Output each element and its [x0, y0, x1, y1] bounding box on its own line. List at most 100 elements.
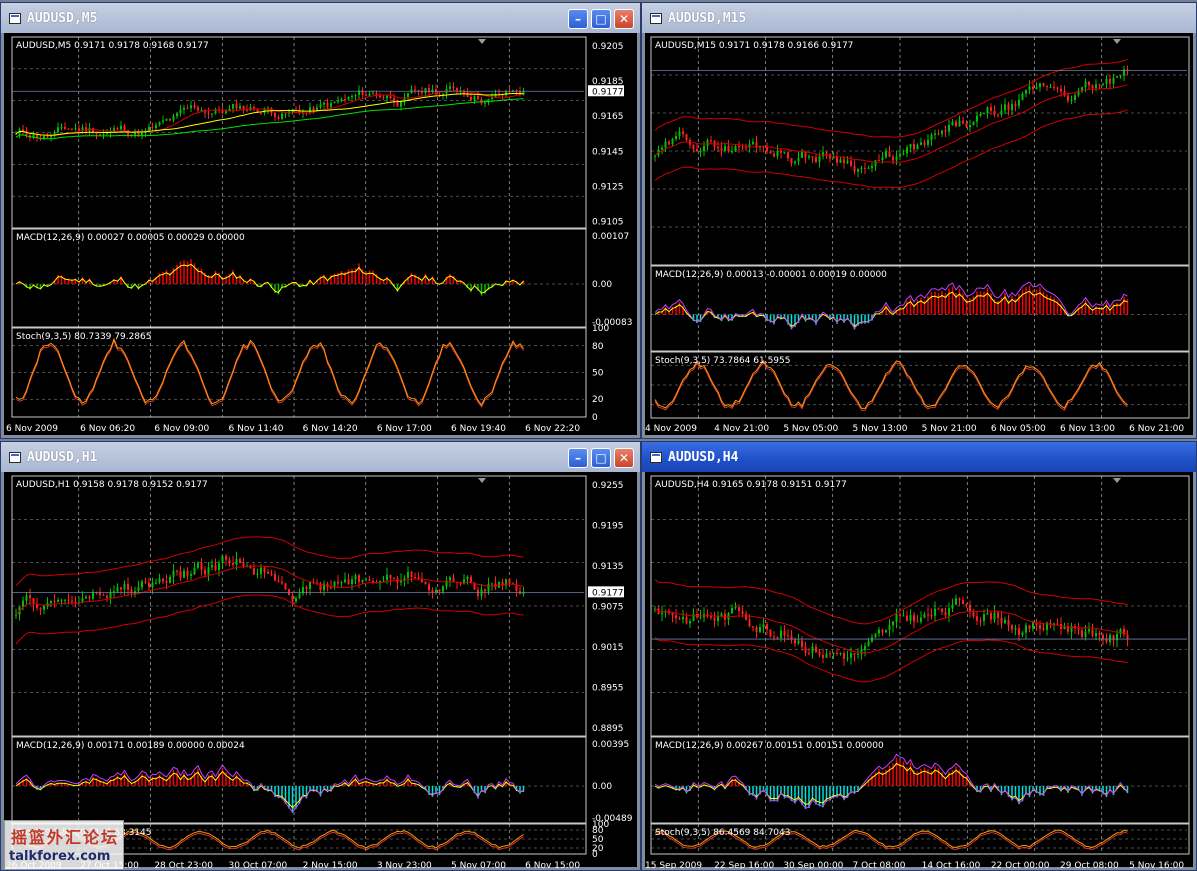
price-candle-body: [277, 580, 280, 582]
price-candle-body: [902, 615, 905, 617]
chart-window-m15[interactable]: AUDUSD,M15 AUDUSD,M15 0.9171 0.9178 0.91…: [641, 2, 1197, 439]
price-candle-body: [843, 159, 845, 164]
window-titlebar[interactable]: AUDUSD,H1 – □ ✕: [1, 442, 640, 472]
chart-area[interactable]: AUDUSD,H4 0.9165 0.9178 0.9151 0.9177 MAC…: [645, 472, 1193, 869]
price-candle-body: [291, 595, 294, 602]
price-candle-body: [979, 620, 982, 622]
price-candle-body: [309, 107, 311, 113]
close-button[interactable]: ✕: [614, 448, 634, 468]
close-button[interactable]: ✕: [614, 9, 634, 29]
minimize-button[interactable]: –: [568, 9, 588, 29]
price-candle-body: [976, 115, 978, 122]
price-candle-body: [860, 167, 863, 169]
price-candle-body: [790, 158, 793, 164]
price-candle-body: [780, 150, 782, 153]
window-titlebar[interactable]: AUDUSD,M5 – □ ✕: [1, 3, 640, 33]
price-candle-body: [1098, 84, 1101, 86]
price-candle-body: [151, 126, 154, 129]
chart-area[interactable]: AUDUSD,M5 0.9171 0.9178 0.9168 0.9177 MAC…: [4, 33, 637, 435]
chart-area[interactable]: AUDUSD,M15 0.9171 0.9178 0.9166 0.9177 MA…: [645, 33, 1193, 435]
price-candle-body: [176, 113, 178, 117]
price-candle-body: [1077, 628, 1080, 631]
price-candle-body: [1109, 635, 1111, 642]
price-candle-body: [1119, 75, 1122, 77]
price-axis-tick: 0.9135: [592, 562, 624, 572]
chart-window-h1[interactable]: AUDUSD,H1 – □ ✕ AUDUSD,H1 0.9158 0.9178 …: [0, 441, 641, 871]
price-candle-body: [88, 596, 91, 599]
price-candle-body: [442, 586, 444, 592]
price-candle-body: [794, 639, 796, 644]
chart-window-h4[interactable]: AUDUSD,H4 AUDUSD,H4 0.9165 0.9178 0.9151…: [641, 441, 1197, 871]
price-candle-body: [983, 112, 985, 114]
macd-signal-line: [15, 263, 524, 294]
price-axis-tick: 0.9145: [592, 147, 624, 157]
price-candle-body: [351, 95, 353, 98]
price-candle-body: [909, 614, 912, 621]
price-candle-body: [962, 120, 964, 124]
price-candle-body: [242, 106, 245, 110]
pane-border: [11, 228, 587, 328]
price-candle-body: [57, 127, 59, 133]
price-candle-body: [15, 133, 17, 135]
window-titlebar[interactable]: AUDUSD,M15: [642, 3, 1196, 33]
price-candle-body: [239, 106, 241, 109]
price-candle-body: [333, 101, 336, 104]
time-axis-label: 30 Sep 00:00: [783, 861, 843, 869]
price-candle-body: [53, 600, 56, 603]
price-candle-body: [25, 595, 28, 601]
price-candle-body: [909, 144, 912, 148]
stoch-signal-line: [15, 339, 524, 408]
price-candle-body: [1074, 95, 1076, 100]
price-candle-body: [1000, 618, 1003, 624]
price-candle-body: [986, 107, 989, 113]
price-candle-body: [127, 583, 129, 590]
price-candle-body: [1004, 104, 1006, 111]
price-candle-body: [661, 147, 663, 150]
price-candle-body: [186, 108, 189, 110]
price-candle-body: [745, 147, 747, 149]
maximize-button[interactable]: □: [591, 9, 611, 29]
stoch-main-line: [15, 337, 524, 406]
chart-window-m5[interactable]: AUDUSD,M5 – □ ✕ AUDUSD,M5 0.9171 0.9178 …: [0, 2, 641, 439]
chart-shift-marker: [478, 39, 486, 44]
price-candle-body: [955, 598, 957, 605]
price-candle-body: [449, 577, 451, 581]
current-price-label: 0.9177: [592, 87, 624, 97]
price-candle-body: [780, 630, 782, 638]
window-titlebar[interactable]: AUDUSD,H4: [642, 442, 1196, 472]
chart-window-icon: [650, 12, 662, 24]
time-axis-label: 2 Nov 15:00: [303, 861, 358, 869]
price-candle-body: [1046, 85, 1048, 88]
maximize-button[interactable]: □: [591, 448, 611, 468]
price-candle-body: [731, 151, 733, 153]
price-candle-body: [477, 96, 479, 100]
price-candle-body: [951, 121, 954, 126]
price-candle-body: [997, 114, 999, 116]
price-candle-body: [808, 156, 810, 158]
price-candle-body: [274, 574, 276, 581]
price-candle-body: [878, 629, 880, 634]
price-candle-body: [1014, 104, 1017, 106]
price-candle-body: [281, 581, 283, 584]
price-candle-body: [1053, 623, 1055, 625]
price-candle-body: [801, 640, 803, 648]
forum-watermark: 摇篮外汇论坛 talkforex.com: [4, 820, 124, 870]
price-candle-body: [769, 151, 772, 154]
time-axis-label: 22 Sep 16:00: [714, 861, 774, 869]
price-candle-body: [1105, 78, 1108, 84]
price-candle-body: [955, 121, 957, 127]
price-candle-body: [1014, 628, 1017, 630]
price-candle-body: [85, 596, 87, 599]
price-candle-body: [410, 571, 413, 577]
price-candle-body: [755, 627, 758, 632]
price-candle-body: [990, 107, 992, 111]
price-candle-body: [158, 121, 161, 126]
time-axis-label: 6 Nov 14:20: [303, 424, 358, 434]
stoch-axis-tick: 50: [592, 369, 604, 379]
minimize-button[interactable]: –: [568, 448, 588, 468]
price-header: AUDUSD,H1 0.9158 0.9178 0.9152 0.9177: [16, 480, 208, 490]
price-candle-body: [899, 153, 901, 157]
price-candle-body: [239, 558, 241, 563]
chart-area[interactable]: AUDUSD,H1 0.9158 0.9178 0.9152 0.9177 MAC…: [4, 472, 637, 869]
price-candle-body: [752, 626, 754, 628]
